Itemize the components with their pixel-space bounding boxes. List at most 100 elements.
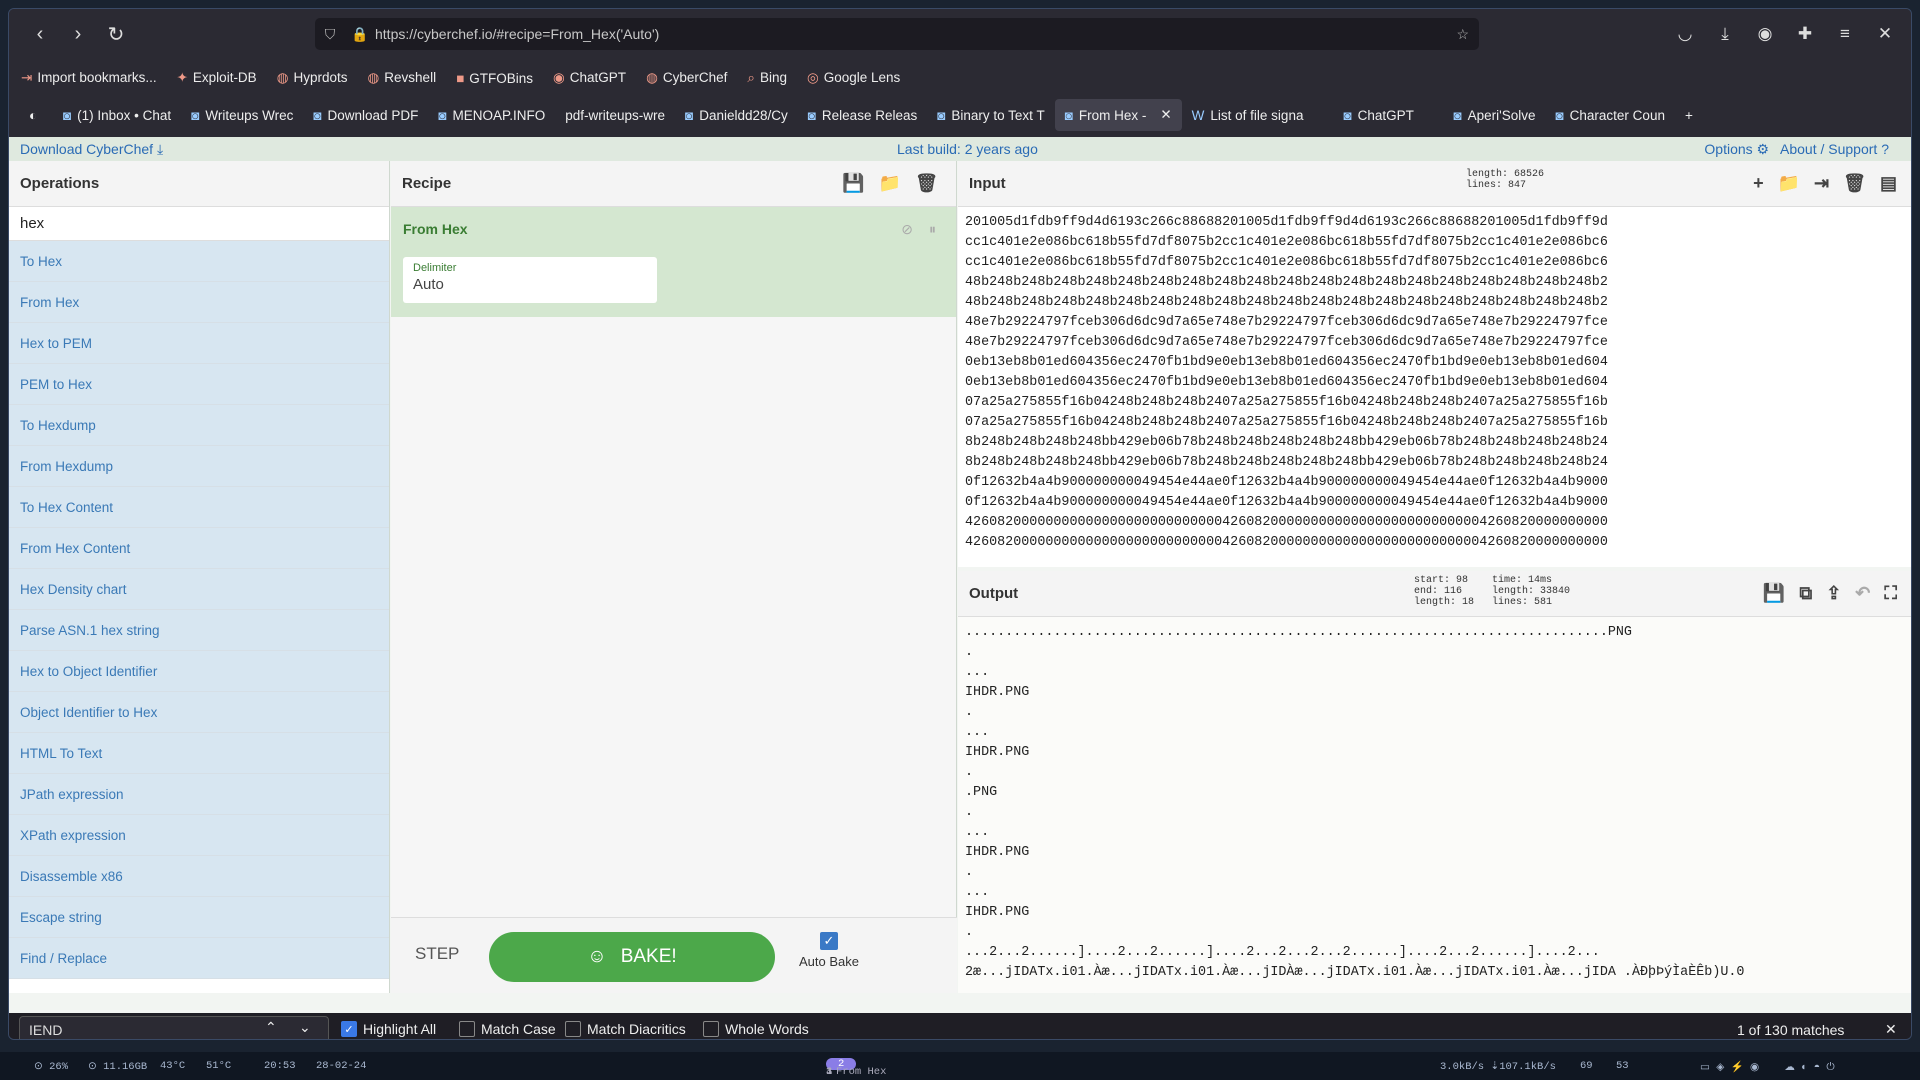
recipe-op-name: From Hex — [403, 221, 468, 237]
match-diacritics-option[interactable]: Match Diacritics — [565, 1021, 686, 1037]
find-previous-icon[interactable]: ⌃ — [265, 1019, 277, 1036]
save-output-icon[interactable]: 💾 — [1763, 583, 1785, 604]
download-cyberchef-link[interactable]: Download CyberChef ⤓ — [20, 141, 163, 158]
undo-icon[interactable]: ↶ — [1855, 583, 1870, 604]
operation-item[interactable]: Hex to PEM — [9, 323, 389, 364]
download-icon[interactable]: ⤓ — [1709, 18, 1741, 50]
reload-icon[interactable]: ↻ — [97, 15, 135, 53]
step-button[interactable]: STEP — [415, 944, 459, 964]
tab[interactable]: pdf-writeups-wre — [555, 99, 675, 131]
menu-icon[interactable]: ≡ — [1829, 18, 1861, 50]
bookmark[interactable]: ◍ CyberChef — [646, 70, 727, 86]
bookmark[interactable]: ⌕ Bing — [747, 70, 787, 86]
bookmark[interactable]: ◉ ChatGPT — [553, 70, 626, 86]
open-folder-icon[interactable]: 📁 — [1778, 173, 1800, 194]
tab[interactable]: ◙ (1) Inbox • Chat — [53, 99, 181, 131]
bookmark[interactable]: ◍ Revshell — [368, 70, 437, 86]
gear-icon[interactable]: ⚙ — [1757, 141, 1770, 157]
new-tab-icon[interactable]: + — [1675, 99, 1703, 131]
close-window-icon[interactable]: ✕ — [1869, 18, 1901, 50]
bake-button[interactable]: ☺ BAKE! — [489, 932, 775, 982]
replace-input-icon[interactable]: ⇪ — [1826, 583, 1841, 604]
operation-item[interactable]: From Hex Content — [9, 528, 389, 569]
bookmark[interactable]: ✦ Exploit-DB — [177, 70, 257, 86]
checkbox-checked[interactable]: ✓ — [341, 1021, 357, 1037]
open-file-icon[interactable]: ⇥ — [1814, 173, 1829, 194]
highlight-all-option[interactable]: ✓ Highlight All — [341, 1021, 436, 1037]
checkmark-icon[interactable]: ✓ — [820, 932, 838, 950]
auto-bake-toggle[interactable]: ✓ Auto Bake — [799, 932, 859, 969]
checkbox[interactable] — [565, 1021, 581, 1037]
url-text[interactable]: https://cyberchef.io/#recipe=From_Hex('A… — [375, 26, 659, 42]
save-icon[interactable]: 💾 — [842, 173, 864, 194]
operation-item[interactable]: To Hex — [9, 241, 389, 282]
tab[interactable]: ◙ Danieldd28/Cy — [675, 99, 798, 131]
folder-icon[interactable]: 📁 — [879, 173, 901, 194]
layout-icon[interactable]: ▤ — [1880, 173, 1897, 194]
close-tab-icon[interactable]: ✕ — [1160, 107, 1171, 123]
tab[interactable]: W List of file signa — [1182, 99, 1314, 131]
copy-icon[interactable]: ⧉ — [1799, 583, 1812, 604]
extensions-icon[interactable]: ✚ — [1789, 18, 1821, 50]
firefox-view-icon[interactable]: ◐ — [19, 99, 53, 131]
input-text[interactable]: 201005d1fdb9ff9d4d6193c266c88688201005d1… — [958, 207, 1911, 553]
find-input[interactable]: IEND — [19, 1016, 329, 1039]
bookmark[interactable]: ■ GTFOBins — [456, 71, 533, 86]
recipe-operation[interactable]: From Hex ⊘ ⏸ Delimiter Auto — [391, 207, 956, 317]
forward-icon[interactable]: › — [59, 15, 97, 53]
operation-item[interactable]: From Hexdump — [9, 446, 389, 487]
checkbox[interactable] — [459, 1021, 475, 1037]
bookmark[interactable]: ◎ Google Lens — [807, 70, 900, 86]
workspace-4[interactable]: 4 — [826, 1066, 832, 1078]
operation-item[interactable]: From Hex — [9, 282, 389, 323]
operation-item[interactable]: To Hexdump — [9, 405, 389, 446]
close-find-icon[interactable]: ✕ — [1885, 1021, 1897, 1038]
operations-search-input[interactable]: hex — [9, 207, 389, 241]
operation-item[interactable]: Hex to Object Identifier — [9, 651, 389, 692]
checkbox[interactable] — [703, 1021, 719, 1037]
tab[interactable]: ◙ ChatGPT — [1313, 99, 1443, 131]
tab[interactable]: ◙ Download PDF — [303, 99, 428, 131]
find-next-icon[interactable]: ⌄ — [299, 1019, 311, 1036]
operation-item[interactable]: Hex Density chart — [9, 569, 389, 610]
tab-active[interactable]: ◙ From Hex - ✕ — [1054, 99, 1182, 131]
help-icon[interactable]: ? — [1881, 141, 1889, 157]
operation-item[interactable]: Parse ASN.1 hex string — [9, 610, 389, 651]
about-link[interactable]: About / Support — [1780, 141, 1877, 157]
clear-input-icon[interactable]: 🗑 — [1843, 173, 1866, 194]
operation-item[interactable]: Escape string — [9, 897, 389, 938]
url-bar[interactable]: ⛉ 🔒 https://cyberchef.io/#recipe=From_He… — [315, 18, 1479, 50]
match-case-option[interactable]: Match Case — [459, 1021, 556, 1037]
recipe-panel: Recipe 💾 📁 🗑 From Hex ⊘ ⏸ Delimiter Auto — [391, 161, 957, 993]
account-icon[interactable]: ◉ — [1749, 18, 1781, 50]
whole-words-option[interactable]: Whole Words — [703, 1021, 809, 1037]
add-tab-icon[interactable]: + — [1753, 173, 1764, 194]
operation-item[interactable]: PEM to Hex — [9, 364, 389, 405]
operation-item[interactable]: XPath expression — [9, 815, 389, 856]
bookmark[interactable]: ◍ Hyprdots — [277, 70, 348, 86]
tab[interactable]: ◙ MENOAP.INFO — [428, 99, 555, 131]
operation-item[interactable]: Disassemble x86 — [9, 856, 389, 897]
pocket-icon[interactable]: ◡ — [1669, 18, 1701, 50]
operation-item[interactable]: To Hex Content — [9, 487, 389, 528]
bookmark[interactable]: ⇥ Import bookmarks... — [21, 70, 157, 86]
operation-item[interactable]: Object Identifier to Hex — [9, 692, 389, 733]
trash-icon[interactable]: 🗑 — [915, 173, 938, 194]
maximise-icon[interactable]: ⛶ — [1884, 583, 1897, 604]
operation-item[interactable]: Find / Replace — [9, 938, 389, 979]
back-icon[interactable]: ‹ — [21, 15, 59, 53]
operation-item[interactable]: HTML To Text — [9, 733, 389, 774]
star-icon[interactable]: ☆ — [1456, 26, 1469, 43]
output-text[interactable]: ........................................… — [958, 617, 1911, 983]
operation-item[interactable]: JPath expression — [9, 774, 389, 815]
options-link[interactable]: Options — [1704, 141, 1752, 157]
pause-icon[interactable]: ⏸ — [929, 221, 936, 238]
tab[interactable]: ◙ Character Coun — [1546, 99, 1675, 131]
delimiter-select[interactable]: Delimiter Auto — [403, 257, 657, 303]
tab[interactable]: ◙ Binary to Text T — [927, 99, 1054, 131]
tab[interactable]: ◙ Release Releas — [798, 99, 927, 131]
disable-icon[interactable]: ⊘ — [901, 221, 913, 238]
tab[interactable]: ◙ Aperi'Solve — [1443, 99, 1545, 131]
tab[interactable]: ◙ Writeups Wrec — [181, 99, 303, 131]
lock-icon: 🔒 — [351, 25, 369, 42]
